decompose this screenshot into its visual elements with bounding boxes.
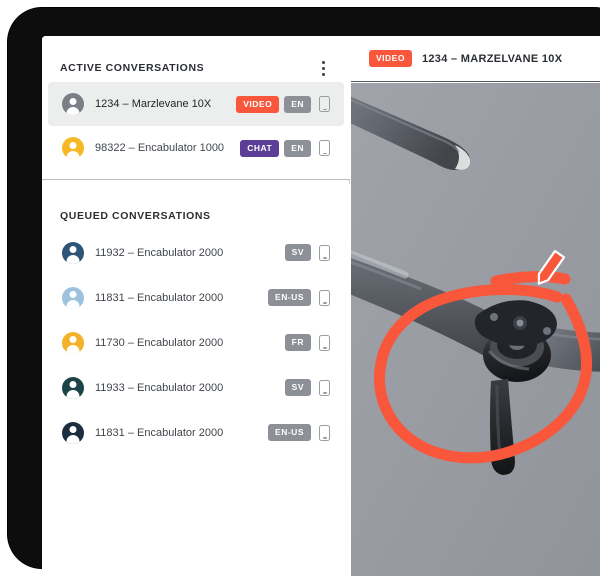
conversation-label: 11932 – Encabulator 2000 bbox=[95, 246, 224, 259]
conversations-sidebar: ACTIVE CONVERSATIONS 1234 – Marzlevane 1… bbox=[42, 36, 350, 576]
active-conversation-row-1[interactable]: 1234 – Marzlevane 10X VIDEO EN bbox=[48, 82, 344, 126]
conversation-type-badge: CHAT bbox=[240, 139, 280, 157]
queued-conversation-row-2[interactable]: 11831 – Encabulator 2000 EN-US bbox=[48, 275, 344, 320]
avatar bbox=[62, 421, 84, 444]
active-conversation-row-2[interactable]: 98322 – Encabulator 1000 CHAT EN bbox=[48, 126, 344, 170]
device-screen: ACTIVE CONVERSATIONS 1234 – Marzlevane 1… bbox=[42, 36, 600, 576]
video-frame bbox=[351, 83, 600, 576]
mobile-phone-icon bbox=[319, 379, 330, 396]
mobile-phone-icon bbox=[319, 424, 330, 441]
video-session-panel: VIDEO 1234 – MARZELVANE 10X bbox=[351, 36, 600, 576]
queued-conversation-row-4[interactable]: 11933 – Encabulator 2000 SV bbox=[48, 365, 344, 410]
conversation-language-badge: SV bbox=[284, 244, 311, 261]
video-session-header: VIDEO 1234 – MARZELVANE 10X bbox=[351, 36, 600, 82]
conversation-language-badge: EN bbox=[284, 95, 311, 113]
queued-conversation-row-1[interactable]: 11932 – Encabulator 2000 SV bbox=[48, 230, 344, 275]
device-bezel: ACTIVE CONVERSATIONS 1234 – Marzlevane 1… bbox=[8, 8, 600, 576]
mobile-phone-icon bbox=[319, 289, 330, 306]
conversation-label: 11831 – Encabulator 2000 bbox=[95, 291, 224, 304]
conversation-label: 11730 – Encabulator 2000 bbox=[95, 336, 224, 349]
kebab-menu-icon[interactable] bbox=[314, 57, 332, 79]
session-type-badge: VIDEO bbox=[369, 50, 412, 67]
queued-conversations-header: QUEUED CONVERSATIONS bbox=[42, 184, 350, 230]
active-conversations-card: ACTIVE CONVERSATIONS 1234 – Marzlevane 1… bbox=[42, 36, 350, 180]
conversation-language-badge: SV bbox=[284, 379, 311, 396]
avatar bbox=[62, 376, 84, 399]
active-conversations-title: ACTIVE CONVERSATIONS bbox=[60, 62, 205, 74]
conversation-label: 11933 – Encabulator 2000 bbox=[95, 381, 224, 394]
conversation-label: 11831 – Encabulator 2000 bbox=[95, 426, 224, 439]
video-stage[interactable] bbox=[351, 83, 600, 576]
conversation-label: 98322 – Encabulator 1000 bbox=[95, 142, 225, 154]
mobile-phone-icon bbox=[319, 96, 330, 112]
queued-conversation-row-5[interactable]: 11831 – Encabulator 2000 EN-US bbox=[48, 410, 344, 455]
conversation-language-badge: EN-US bbox=[268, 289, 311, 306]
session-title: 1234 – MARZELVANE 10X bbox=[421, 52, 563, 65]
conversation-type-badge: VIDEO bbox=[236, 95, 280, 113]
mobile-phone-icon bbox=[319, 140, 330, 156]
queued-conversations-title: QUEUED CONVERSATIONS bbox=[60, 210, 211, 222]
queued-conversation-row-3[interactable]: 11730 – Encabulator 2000 FR bbox=[48, 320, 344, 365]
avatar bbox=[62, 331, 84, 354]
conversation-language-badge: EN bbox=[284, 139, 311, 157]
conversation-language-badge: FR bbox=[284, 334, 311, 351]
mobile-phone-icon bbox=[319, 334, 330, 351]
avatar bbox=[62, 241, 84, 264]
avatar bbox=[62, 137, 84, 159]
avatar bbox=[62, 93, 84, 115]
conversation-label: 1234 – Marzlevane 10X bbox=[95, 98, 212, 110]
queued-conversations-card: QUEUED CONVERSATIONS 11932 – Encabulator… bbox=[42, 184, 350, 576]
avatar bbox=[62, 286, 84, 309]
active-conversations-header: ACTIVE CONVERSATIONS bbox=[42, 36, 350, 82]
conversation-language-badge: EN-US bbox=[268, 424, 311, 441]
mobile-phone-icon bbox=[319, 244, 330, 261]
